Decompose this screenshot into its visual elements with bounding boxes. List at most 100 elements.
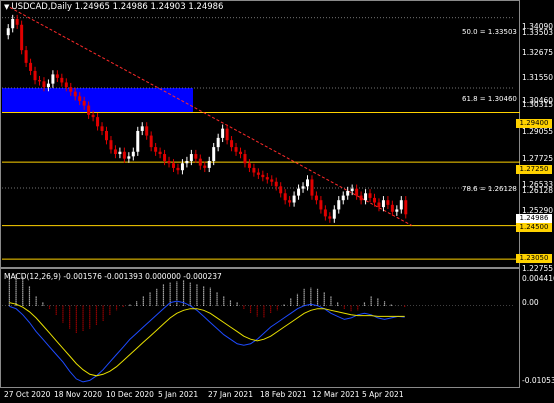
candle-body [33, 70, 37, 81]
macd-title: MACD(12,26,9) -0.001576 -0.001393 0.0000… [4, 272, 222, 281]
level-badge: 1.23050 [516, 254, 552, 263]
candle-body [386, 200, 390, 205]
time-tick: 27 Oct 2020 [4, 390, 51, 399]
candle-body [283, 193, 287, 201]
fib-label: 78.6 = 1.26128 [462, 185, 517, 193]
macd-tick: 0.00 [522, 298, 539, 307]
candle-body [239, 151, 242, 155]
candle-body [337, 200, 341, 210]
candle-body [319, 200, 323, 210]
fib-label: 50.0 = 1.33503 [462, 28, 517, 36]
candle-body [306, 179, 309, 187]
symbol-title: ▼ USDCAD,Daily 1.24965 1.24986 1.24903 1.… [4, 2, 223, 12]
current-price-badge: 1.24986 [516, 214, 552, 223]
candle-body [234, 147, 238, 152]
time-tick: 10 Dec 2020 [106, 390, 154, 399]
candle-body [212, 147, 216, 161]
candle-body [243, 154, 247, 164]
candle-body [221, 128, 225, 138]
candle-body [288, 200, 292, 203]
candle-body [167, 160, 171, 164]
price-tick: 1.22755 [522, 264, 554, 273]
price-tick: 1.26128 [522, 186, 554, 195]
candle-body [198, 158, 202, 166]
candle-body [395, 209, 399, 212]
price-tick: 1.30315 [522, 100, 554, 109]
candle-body [377, 202, 381, 208]
candle-body [122, 151, 126, 159]
candle-body [399, 200, 403, 210]
candle-body [64, 82, 68, 88]
time-tick: 5 Jan 2021 [158, 390, 199, 399]
candle-body [225, 128, 229, 141]
level-badge: 1.24500 [516, 223, 552, 232]
candle-body [55, 74, 59, 78]
candle-body [109, 140, 113, 150]
chart-window: ▼ USDCAD,Daily 1.24965 1.24986 1.24903 1.… [0, 0, 554, 403]
fib-label: 61.8 = 1.30460 [462, 95, 517, 103]
candle-body [154, 147, 158, 152]
candle-body [323, 209, 327, 217]
candle-body [252, 167, 256, 173]
candle-body [350, 188, 354, 191]
candle-body [145, 126, 149, 136]
candle-body [113, 149, 117, 155]
level-badge: 1.27250 [516, 165, 552, 174]
time-tick: 18 Nov 2020 [54, 390, 103, 399]
candle-body [256, 172, 260, 175]
candle-body [265, 177, 269, 180]
candle-body [247, 163, 251, 168]
time-tick: 5 Apr 2021 [362, 390, 404, 399]
candle-body [355, 188, 359, 196]
candle-body [381, 200, 385, 208]
candle-body [73, 91, 77, 97]
candle-body [261, 174, 265, 178]
price-tick: 1.27725 [522, 154, 554, 163]
candle-body [11, 19, 15, 29]
price-tick: 1.32675 [522, 48, 554, 57]
candle-body [6, 28, 10, 36]
candle-body [310, 179, 314, 196]
candle-body [78, 96, 82, 101]
signal-line [9, 302, 405, 377]
symbol-line: USDCAD,Daily 1.24965 1.24986 1.24903 1.2… [11, 2, 224, 12]
macd-tick: -0.010533 [522, 376, 554, 385]
candle-body [149, 135, 153, 148]
candle-body [207, 160, 211, 168]
candle-body [274, 181, 278, 187]
candle-body [51, 74, 55, 84]
candle-body [189, 154, 193, 161]
level-badge: 1.29400 [516, 119, 552, 128]
candle-body [314, 195, 318, 201]
macd-tick: 0.004416 [522, 274, 554, 283]
candle-body [297, 188, 301, 196]
candle-body [194, 154, 198, 159]
time-tick: 18 Feb 2021 [260, 390, 307, 399]
dropdown-triangle-icon[interactable]: ▼ [4, 3, 9, 11]
candle-body [100, 126, 104, 131]
candle-body [82, 100, 86, 106]
candle-body [163, 154, 167, 161]
chart-canvas[interactable] [0, 0, 554, 403]
candle-body [24, 50, 28, 63]
candle-body [42, 81, 46, 88]
candle-body [20, 24, 24, 51]
candle-body [185, 160, 189, 164]
price-tick: 1.29055 [522, 127, 554, 136]
candle-body [105, 130, 108, 141]
time-tick: 12 Mar 2021 [312, 390, 360, 399]
candle-body [69, 87, 73, 92]
price-tick: 1.31550 [522, 73, 554, 82]
candle-body [216, 137, 220, 148]
candle-body [368, 193, 372, 198]
candle-body [91, 114, 95, 118]
candle-body [38, 80, 41, 82]
candle-body [131, 151, 135, 157]
candle-body [180, 163, 184, 171]
candle-body [87, 105, 91, 115]
time-tick: 27 Jan 2021 [208, 390, 253, 399]
candle-body [301, 186, 305, 189]
candle-body [279, 186, 283, 194]
candle-body [404, 200, 408, 215]
candle-body [158, 151, 162, 155]
